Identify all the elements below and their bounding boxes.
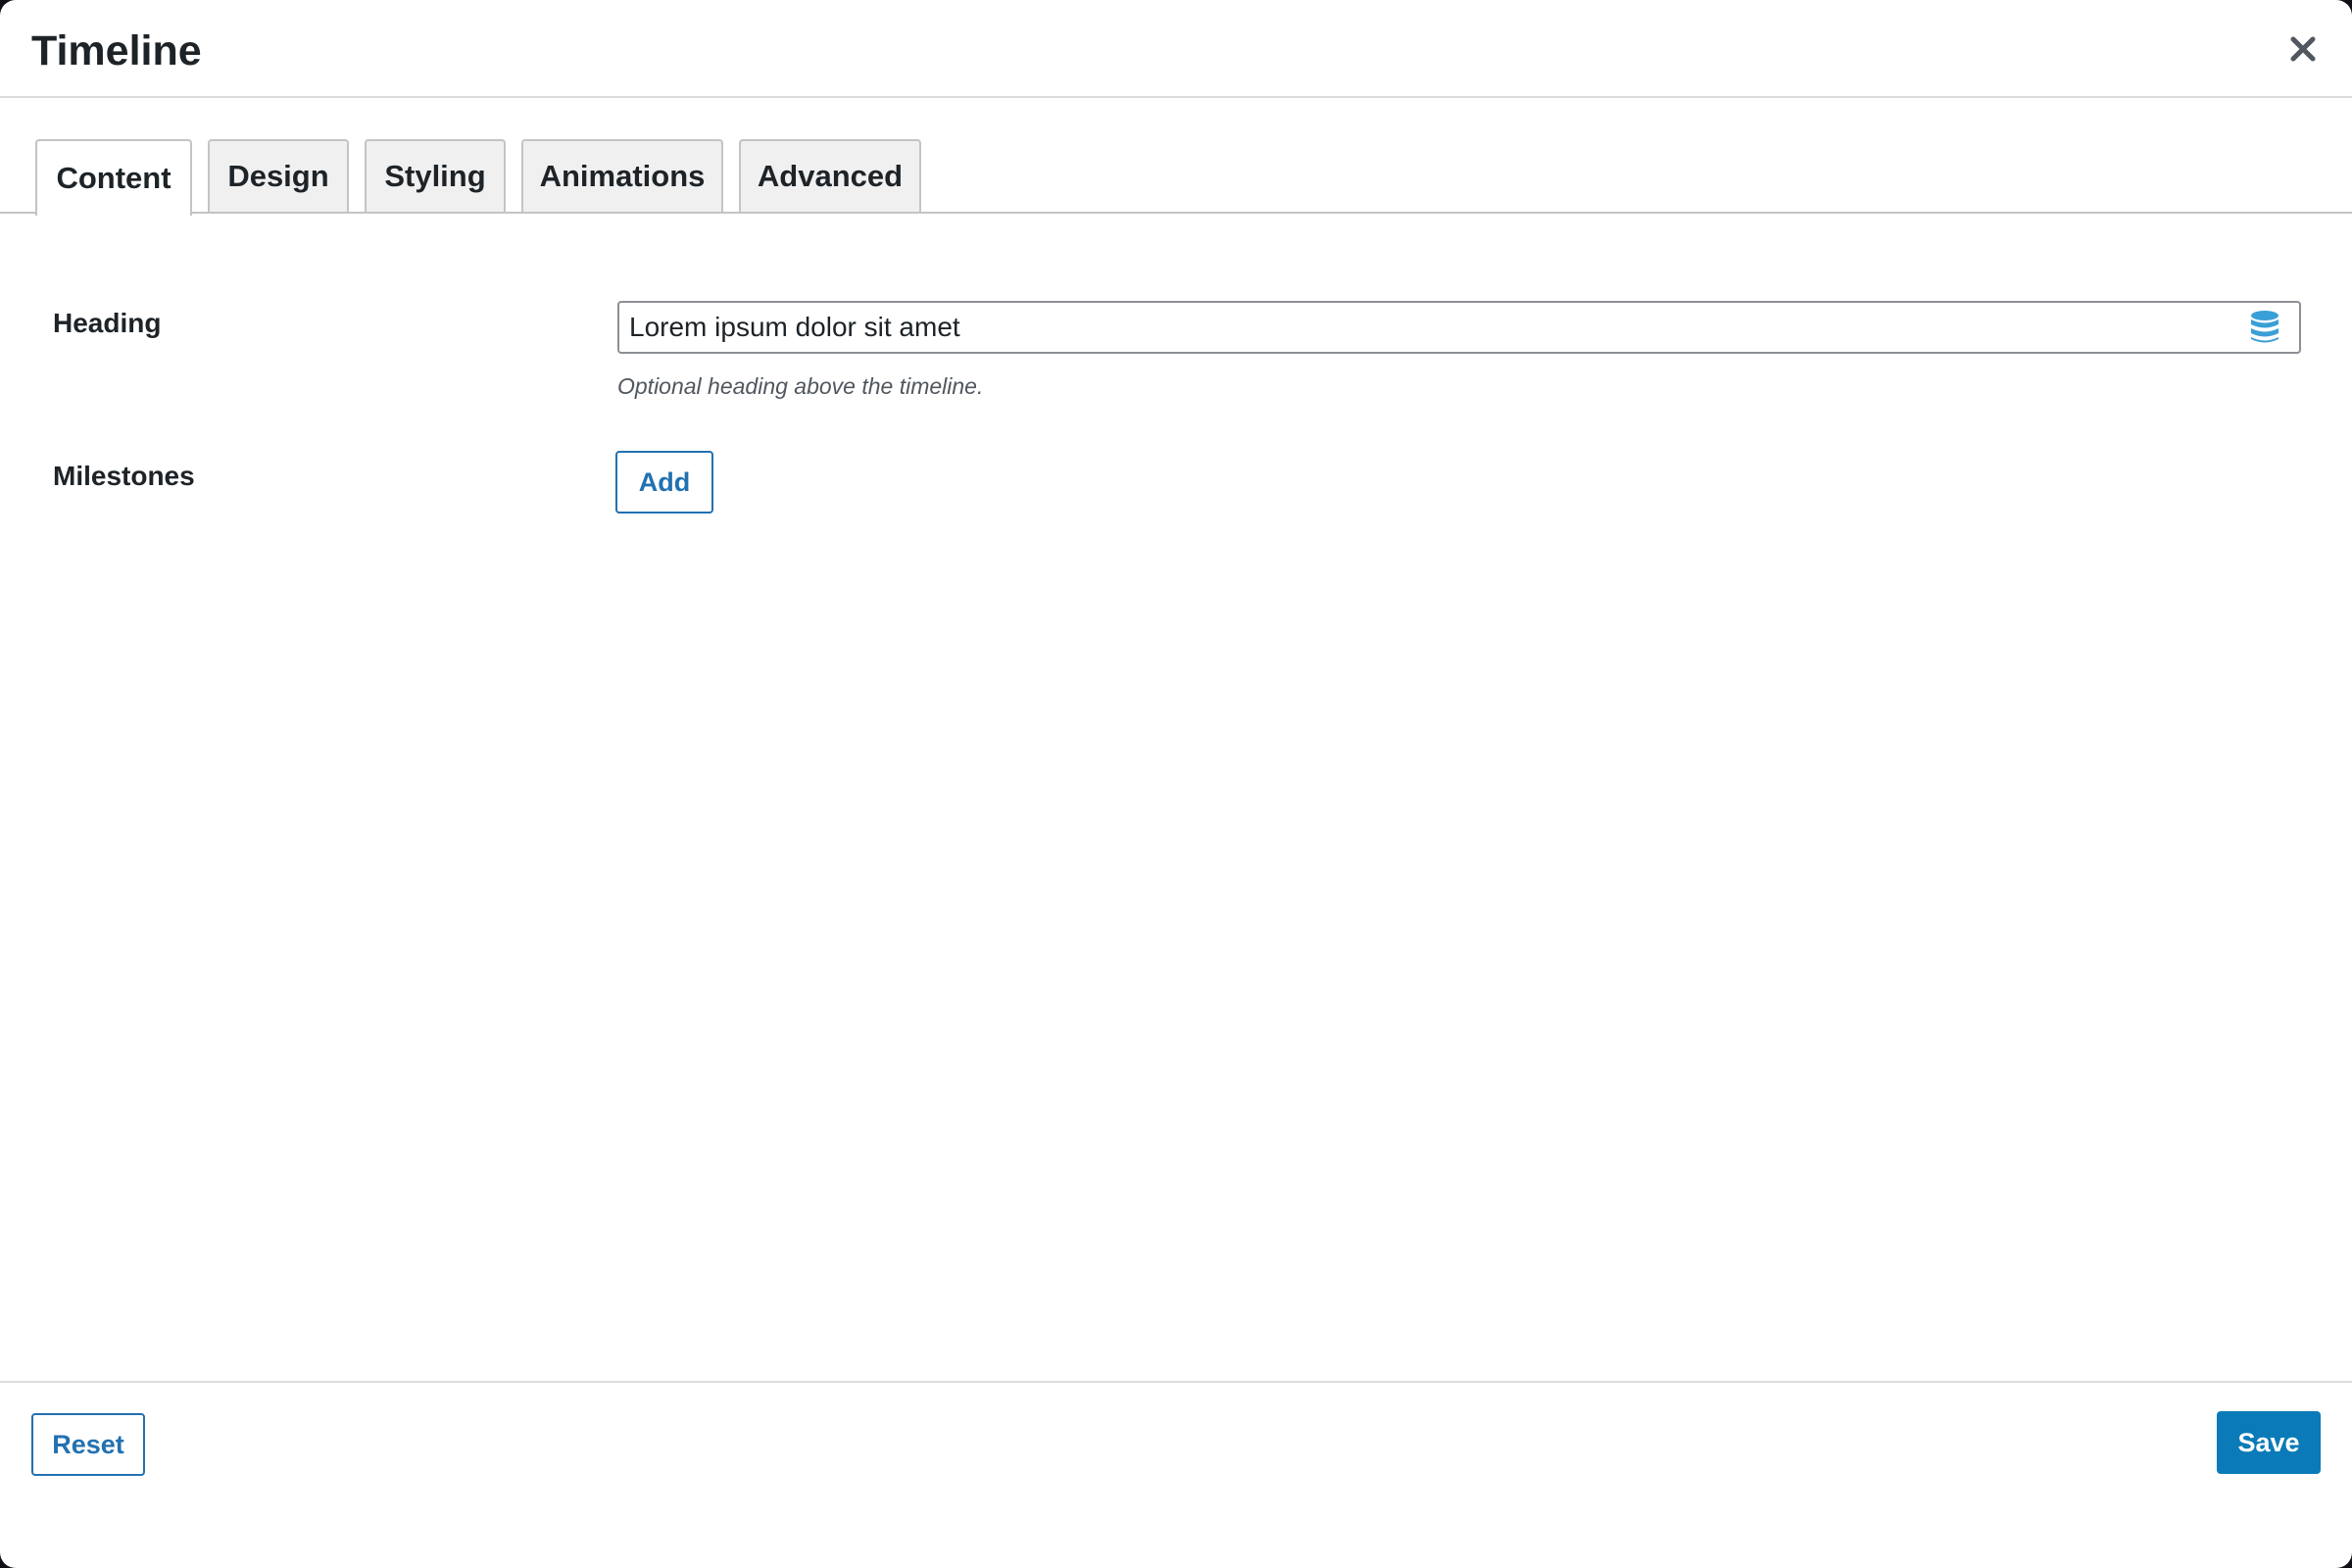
heading-help-text: Optional heading above the timeline. [617, 373, 984, 399]
heading-input[interactable] [617, 301, 2301, 354]
tab-animations[interactable]: Animations [521, 139, 723, 212]
tab-bar: Content Design Styling Animations Advanc… [0, 137, 2352, 216]
save-button[interactable]: Save [2217, 1411, 2321, 1474]
tab-design[interactable]: Design [208, 139, 349, 212]
add-milestone-button[interactable]: Add [615, 451, 713, 514]
heading-label: Heading [53, 308, 162, 338]
milestones-label: Milestones [53, 461, 195, 491]
dialog-title: Timeline [31, 27, 202, 74]
tab-advanced[interactable]: Advanced [739, 139, 921, 212]
reset-button[interactable]: Reset [31, 1413, 145, 1476]
dialog-footer [0, 1381, 2352, 1568]
database-icon[interactable] [2249, 310, 2280, 345]
close-icon[interactable] [2281, 27, 2325, 71]
tab-styling[interactable]: Styling [365, 139, 506, 212]
timeline-dialog: Timeline Content Design Styling Animatio… [0, 0, 2352, 1568]
dialog-header: Timeline [0, 0, 2352, 98]
tab-content[interactable]: Content [35, 139, 192, 216]
